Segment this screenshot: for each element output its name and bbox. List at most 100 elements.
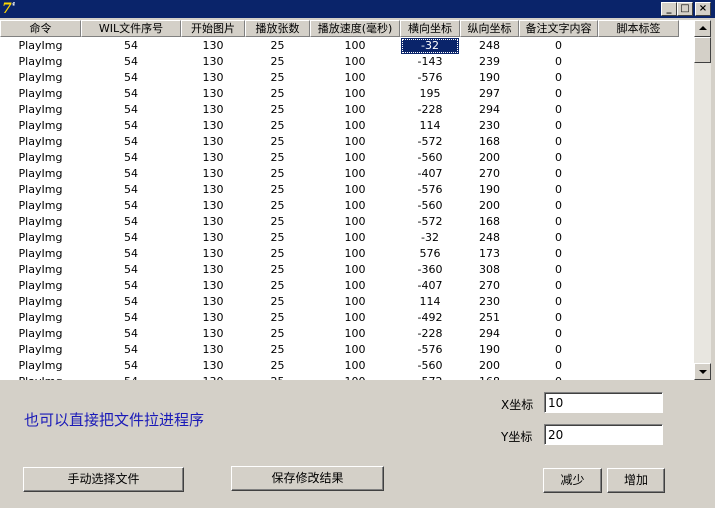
cell-wil-index[interactable]: 54 (81, 230, 181, 246)
cell-cmd[interactable]: PlayImg (0, 246, 81, 262)
cell-start-image[interactable]: 130 (181, 134, 245, 150)
cell-wil-index[interactable]: 54 (81, 134, 181, 150)
cell-cmd[interactable]: PlayImg (0, 262, 81, 278)
cell-note[interactable]: 0 (519, 374, 598, 380)
cell-x-coord[interactable]: -560 (400, 358, 460, 374)
cell-y-coord[interactable]: 239 (460, 54, 519, 70)
cell-speed-ms[interactable]: 100 (310, 118, 400, 134)
cell-y-coord[interactable]: 308 (460, 262, 519, 278)
cell-note[interactable]: 0 (519, 326, 598, 342)
cell-script-tag[interactable] (598, 374, 679, 380)
cell-x-coord[interactable]: -32 (400, 230, 460, 246)
minimize-button[interactable]: _ (661, 2, 677, 16)
cell-script-tag[interactable] (598, 166, 679, 182)
cell-start-image[interactable]: 130 (181, 358, 245, 374)
cell-cmd[interactable]: PlayImg (0, 294, 81, 310)
cell-start-image[interactable]: 130 (181, 326, 245, 342)
cell-frame-count[interactable]: 25 (245, 342, 310, 358)
cell-speed-ms[interactable]: 100 (310, 374, 400, 380)
table-row[interactable]: PlayImg 54 130 25 100 -492 251 0 (0, 310, 694, 326)
cell-x-coord[interactable]: -228 (400, 326, 460, 342)
cell-note[interactable]: 0 (519, 102, 598, 118)
cell-y-coord[interactable]: 230 (460, 118, 519, 134)
cell-frame-count[interactable]: 25 (245, 38, 310, 54)
cell-start-image[interactable]: 130 (181, 294, 245, 310)
cell-note[interactable]: 0 (519, 230, 598, 246)
cell-script-tag[interactable] (598, 198, 679, 214)
cell-cmd[interactable]: PlayImg (0, 342, 81, 358)
cell-script-tag[interactable] (598, 342, 679, 358)
table-row[interactable]: PlayImg 54 130 25 100 195 297 0 (0, 86, 694, 102)
scroll-thumb[interactable] (694, 37, 711, 63)
column-header-cmd[interactable]: 命令 (0, 20, 81, 37)
cell-x-coord[interactable]: -576 (400, 70, 460, 86)
table-row[interactable]: PlayImg5413025100-5721680 (0, 374, 694, 380)
cell-x-coord[interactable]: -32 (401, 38, 459, 54)
cell-wil-index[interactable]: 54 (81, 102, 181, 118)
cell-x-coord[interactable]: -228 (400, 102, 460, 118)
cell-x-coord[interactable]: 114 (400, 118, 460, 134)
table-row[interactable]: PlayImg 54 130 25 100 -576 190 0 (0, 70, 694, 86)
table-row[interactable]: PlayImg 54 130 25 100 -576 190 0 (0, 182, 694, 198)
cell-script-tag[interactable] (598, 310, 679, 326)
cell-frame-count[interactable]: 25 (245, 262, 310, 278)
scroll-up-button[interactable] (694, 20, 711, 37)
cell-frame-count[interactable]: 25 (245, 166, 310, 182)
cell-x-coord[interactable]: -360 (400, 262, 460, 278)
cell-speed-ms[interactable]: 100 (310, 230, 400, 246)
cell-speed-ms[interactable]: 100 (310, 54, 400, 70)
table-row[interactable]: PlayImg 54 130 25 100 576 173 0 (0, 246, 694, 262)
cell-note[interactable]: 0 (519, 38, 598, 54)
cell-speed-ms[interactable]: 100 (310, 86, 400, 102)
cell-start-image[interactable]: 130 (181, 246, 245, 262)
column-header-note[interactable]: 备注文字内容 (519, 20, 598, 37)
cell-x-coord[interactable]: -576 (400, 342, 460, 358)
cell-start-image[interactable]: 130 (181, 374, 245, 380)
cell-script-tag[interactable] (598, 150, 679, 166)
cell-script-tag[interactable] (598, 134, 679, 150)
cell-note[interactable]: 0 (519, 118, 598, 134)
cell-frame-count[interactable]: 25 (245, 118, 310, 134)
cell-y-coord[interactable]: 294 (460, 102, 519, 118)
cell-wil-index[interactable]: 54 (81, 326, 181, 342)
cell-cmd[interactable]: PlayImg (0, 134, 81, 150)
table-row[interactable]: PlayImg5413025100-5721680 (0, 134, 694, 150)
cell-x-coord[interactable]: -576 (400, 182, 460, 198)
table-row[interactable]: PlayImg 54 130 25 100 -360 308 0 (0, 262, 694, 278)
cell-y-coord[interactable]: 168 (460, 214, 519, 230)
cell-cmd[interactable]: PlayImg (0, 358, 81, 374)
cell-script-tag[interactable] (598, 54, 679, 70)
cell-x-coord[interactable]: -572 (400, 214, 460, 230)
cell-script-tag[interactable] (598, 326, 679, 342)
cell-cmd[interactable]: PlayImg (0, 198, 81, 214)
cell-speed-ms[interactable]: 100 (310, 278, 400, 294)
cell-frame-count[interactable]: 25 (245, 214, 310, 230)
table-row[interactable]: PlayImg 54 130 25 100 -228 294 0 (0, 102, 694, 118)
cell-start-image[interactable]: 130 (181, 214, 245, 230)
cell-cmd[interactable]: PlayImg (0, 182, 81, 198)
cell-note[interactable]: 0 (519, 54, 598, 70)
cell-start-image[interactable]: 130 (181, 262, 245, 278)
table-row[interactable]: PlayImg 54 130 25 100 -228 294 0 (0, 326, 694, 342)
cell-note[interactable]: 0 (519, 70, 598, 86)
cell-wil-index[interactable]: 54 (81, 246, 181, 262)
cell-wil-index[interactable]: 54 (81, 278, 181, 294)
cell-speed-ms[interactable]: 100 (310, 214, 400, 230)
cell-note[interactable]: 0 (519, 150, 598, 166)
cell-y-coord[interactable]: 168 (460, 134, 519, 150)
cell-note[interactable]: 0 (519, 86, 598, 102)
cell-wil-index[interactable]: 54 (81, 38, 181, 54)
cell-y-coord[interactable]: 248 (460, 230, 519, 246)
cell-frame-count[interactable]: 25 (245, 246, 310, 262)
cell-y-coord[interactable]: 173 (460, 246, 519, 262)
cell-x-coord[interactable]: 576 (400, 246, 460, 262)
cell-speed-ms[interactable]: 100 (310, 134, 400, 150)
choose-file-button[interactable]: 手动选择文件 (23, 467, 184, 492)
cell-frame-count[interactable]: 25 (245, 70, 310, 86)
vertical-scrollbar[interactable] (694, 20, 711, 380)
cell-cmd[interactable]: PlayImg (0, 150, 81, 166)
cell-note[interactable]: 0 (519, 294, 598, 310)
cell-cmd[interactable]: PlayImg (0, 86, 81, 102)
table-row[interactable]: PlayImg 54 130 25 100 -143 239 0 (0, 54, 694, 70)
cell-wil-index[interactable]: 54 (81, 166, 181, 182)
